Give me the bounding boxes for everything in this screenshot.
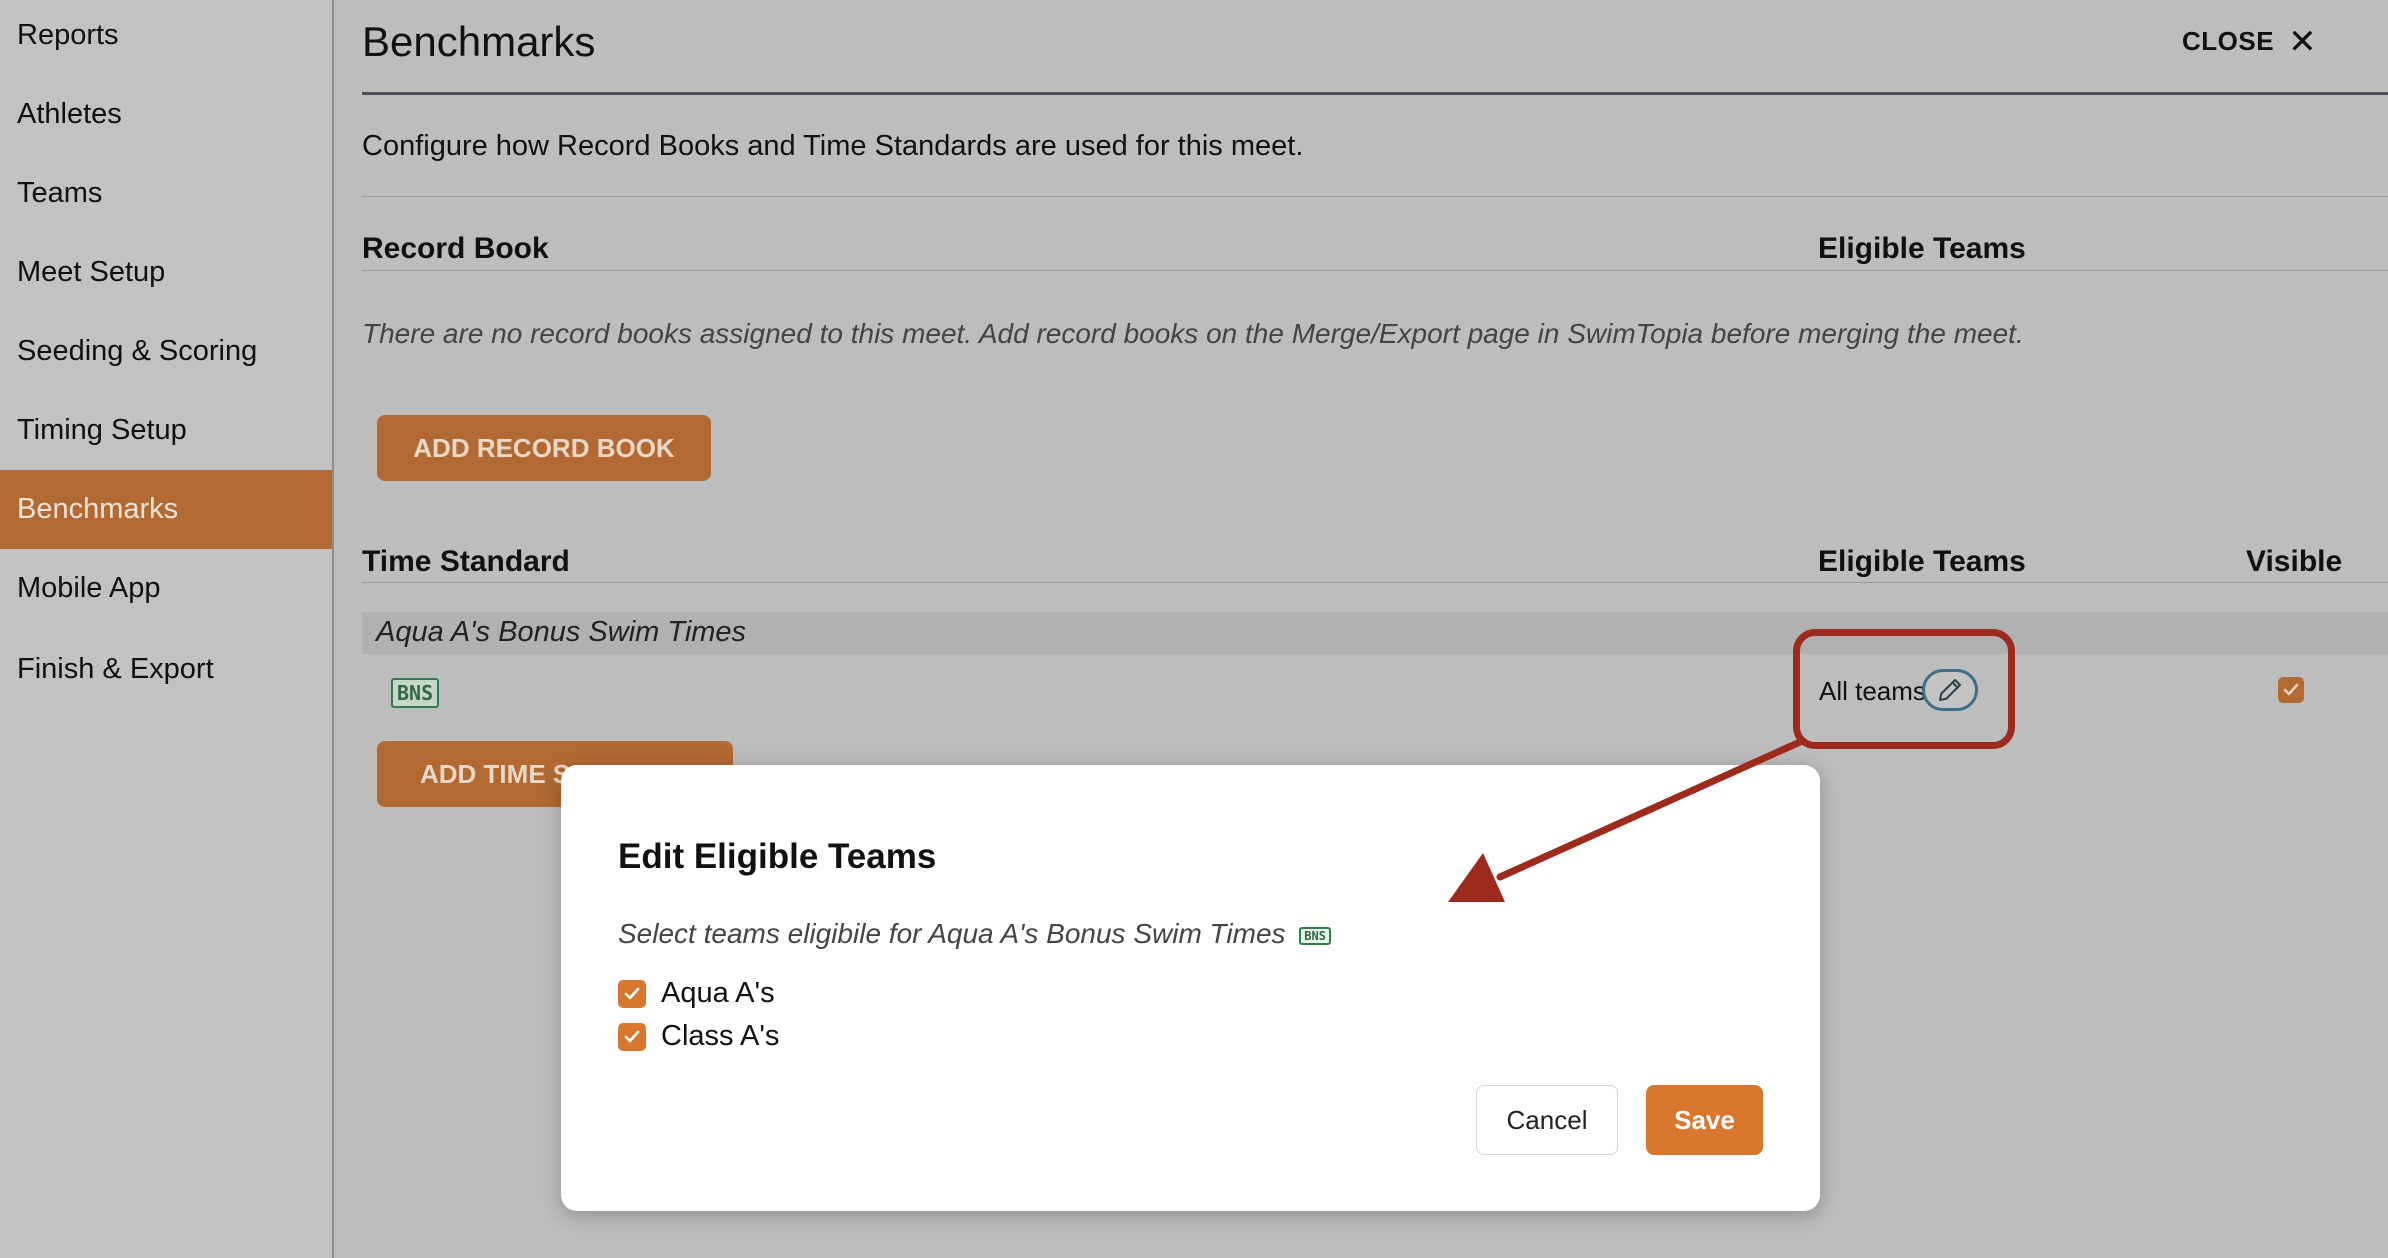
dialog-title: Edit Eligible Teams	[618, 837, 937, 876]
divider	[362, 270, 2388, 271]
record-book-eligible-teams-header: Eligible Teams	[1818, 232, 2026, 265]
title-divider	[362, 92, 2388, 95]
check-icon	[624, 987, 640, 999]
check-icon	[624, 1030, 640, 1042]
checkbox[interactable]	[618, 979, 646, 1008]
divider	[362, 582, 2388, 583]
sidebar-item-benchmarks[interactable]: Benchmarks	[0, 470, 332, 549]
record-book-empty-message: There are no record books assigned to th…	[362, 318, 2024, 349]
sidebar-item-mobile-app[interactable]: Mobile App	[0, 549, 332, 628]
page-description: Configure how Record Books and Time Stan…	[362, 130, 1304, 162]
close-icon: ✕	[2288, 22, 2318, 61]
visible-checkbox[interactable]	[2278, 677, 2304, 703]
close-label: CLOSE	[2182, 26, 2275, 56]
team-label: Class A's	[661, 1020, 780, 1052]
cancel-button[interactable]: Cancel	[1476, 1085, 1618, 1155]
sidebar-item-athletes[interactable]: Athletes	[0, 75, 332, 154]
dialog-subtitle: Select teams eligibile for Aqua A's Bonu…	[618, 918, 1331, 950]
sidebar-item-finish-export[interactable]: Finish & Export	[0, 630, 332, 709]
team-checkbox-class[interactable]: Class A's	[618, 1020, 779, 1053]
page-title: Benchmarks	[362, 18, 596, 65]
edit-eligible-teams-dialog: Edit Eligible Teams Select teams eligibi…	[561, 765, 1820, 1211]
sidebar-item-teams[interactable]: Teams	[0, 154, 332, 233]
annotation-highlight	[1793, 629, 2015, 749]
add-record-book-button[interactable]: ADD RECORD BOOK	[377, 415, 711, 481]
sidebar: Reports Athletes Teams Meet Setup Seedin…	[0, 0, 334, 1258]
bns-badge: BNS	[391, 678, 440, 708]
time-standard-eligible-teams-header: Eligible Teams	[1818, 545, 2026, 578]
save-button[interactable]: Save	[1646, 1085, 1763, 1155]
team-label: Aqua A's	[661, 977, 775, 1009]
team-checkbox-aqua[interactable]: Aqua A's	[618, 977, 775, 1010]
divider	[362, 196, 2388, 197]
sidebar-item-reports[interactable]: Reports	[0, 0, 332, 75]
time-standard-header: Time Standard	[362, 545, 570, 578]
visible-header: Visible	[2246, 545, 2343, 578]
check-icon	[2283, 683, 2299, 696]
sidebar-item-timing-setup[interactable]: Timing Setup	[0, 391, 332, 470]
close-button[interactable]: CLOSE ✕	[2182, 22, 2318, 61]
sidebar-item-meet-setup[interactable]: Meet Setup	[0, 233, 332, 312]
time-standard-name: Aqua A's Bonus Swim Times	[376, 616, 747, 648]
sidebar-item-seeding-scoring[interactable]: Seeding & Scoring	[0, 312, 332, 391]
table-row: Aqua A's Bonus Swim Times	[362, 612, 2388, 654]
record-book-header: Record Book	[362, 232, 549, 265]
bns-badge: BNS	[1299, 926, 1331, 945]
dialog-subtitle-text: Select teams eligibile for Aqua A's Bonu…	[618, 918, 1286, 949]
checkbox[interactable]	[618, 1022, 646, 1051]
